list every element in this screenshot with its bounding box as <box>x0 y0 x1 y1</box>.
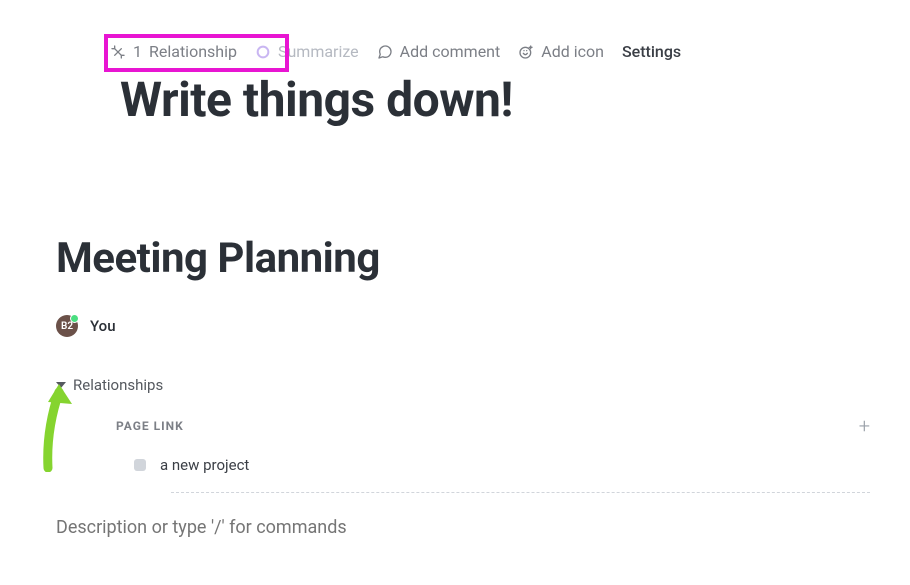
divider <box>171 492 870 493</box>
toolbar: 1 Relationship Summarize Add comment <box>0 0 910 61</box>
summarize-label: Summarize <box>278 42 359 61</box>
author-name: You <box>90 317 116 335</box>
link-item-label: a new project <box>160 456 249 474</box>
relationship-icon <box>110 44 126 60</box>
relationships-label: Relationships <box>73 376 163 394</box>
settings-label: Settings <box>622 42 681 61</box>
relationship-count: 1 <box>133 42 142 61</box>
page-title: Meeting Planning <box>56 234 910 283</box>
summarize-button[interactable]: Summarize <box>255 42 359 61</box>
page-link-header-row: PAGE LINK + <box>116 414 910 438</box>
summarize-icon <box>255 44 271 60</box>
comment-icon <box>377 44 393 60</box>
chevron-down-icon <box>56 382 66 388</box>
description-input[interactable] <box>56 517 756 538</box>
settings-button[interactable]: Settings <box>622 42 681 61</box>
page-link-label: PAGE LINK <box>116 419 184 433</box>
page-icon <box>134 459 146 471</box>
add-page-link-button[interactable]: + <box>859 414 870 438</box>
relationship-label: Relationship <box>149 42 237 61</box>
add-icon-label: Add icon <box>541 42 604 61</box>
author-row: B2 You <box>56 315 910 337</box>
add-icon-icon <box>518 44 534 60</box>
avatar[interactable]: B2 <box>56 315 78 337</box>
list-item[interactable]: a new project <box>134 456 910 474</box>
relationships-section: Relationships PAGE LINK + a new project <box>56 373 910 493</box>
relationships-toggle[interactable]: Relationships <box>56 376 163 394</box>
add-comment-label: Add comment <box>400 42 501 61</box>
big-title: Write things down! <box>120 71 910 128</box>
add-icon-button[interactable]: Add icon <box>518 42 604 61</box>
relationship-button[interactable]: 1 Relationship <box>110 42 237 61</box>
add-comment-button[interactable]: Add comment <box>377 42 501 61</box>
